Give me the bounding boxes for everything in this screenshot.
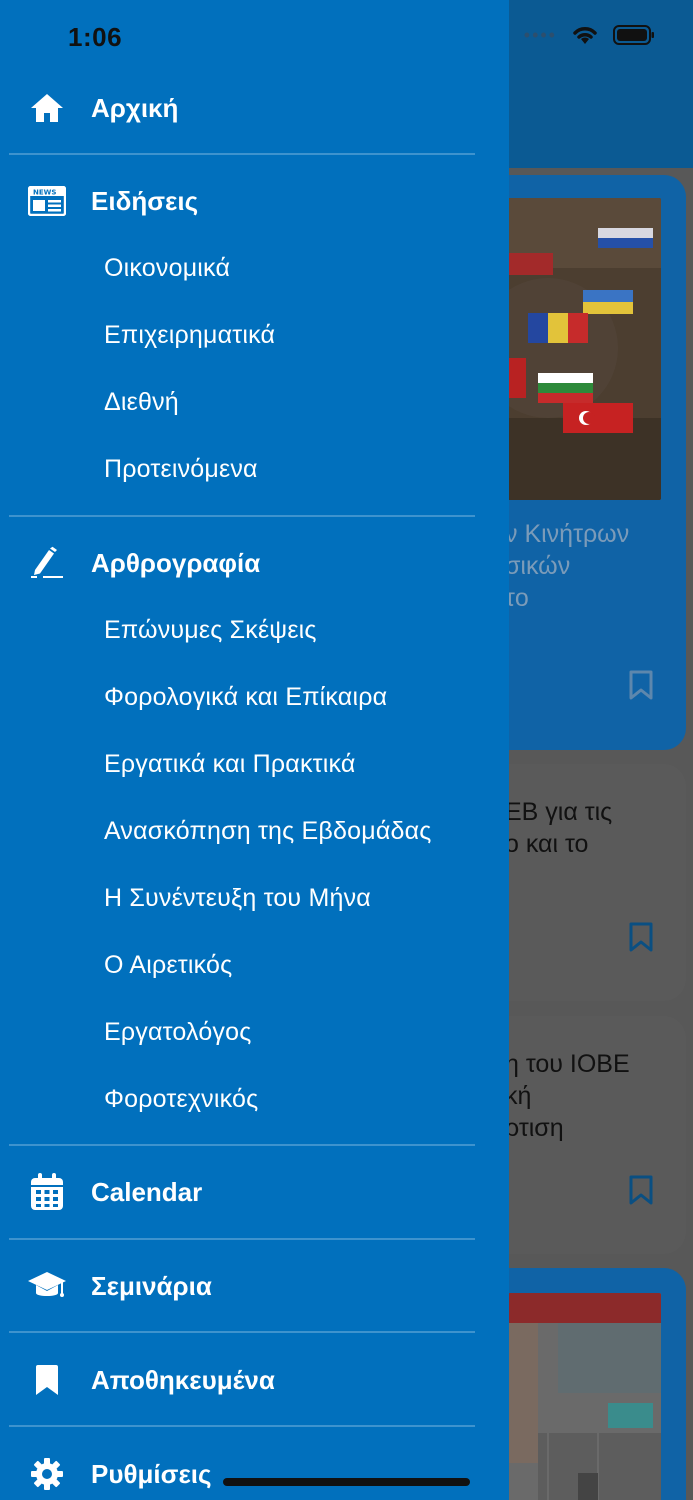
news-card-title: ΕΒ για τις ο και το [505,798,613,858]
menu-item-articles[interactable]: Αρθρογραφία [0,543,509,583]
submenu-item-weekly-review[interactable]: Ανασκόπηση της Εβδομάδας [104,817,432,846]
signal-icon: •••• [523,24,557,45]
divider [9,515,475,517]
menu-item-home[interactable]: Αρχική [0,88,509,128]
submenu-item-tax-current[interactable]: Φορολογικά και Επίκαιρα [104,683,387,712]
menu-item-saved[interactable]: Αποθηκευμένα [0,1360,509,1400]
bookmark-icon[interactable] [628,922,654,952]
news-card-title: ν Κινήτρων σικών τo [505,520,630,612]
wifi-icon [573,27,597,44]
divider [9,153,475,155]
battery-icon [613,25,654,45]
menu-item-label: Ρυθμίσεις [91,1458,212,1489]
pen-icon [27,543,67,583]
bookmark-icon[interactable] [628,670,654,700]
divider [9,1331,475,1333]
submenu-item-labor-expert[interactable]: Εργατολόγος [104,1018,251,1047]
submenu-item-economics[interactable]: Οικονομικά [104,254,230,283]
menu-item-calendar[interactable]: Calendar [0,1172,509,1212]
menu-item-label: Αποθηκευμένα [91,1364,275,1395]
status-time: 1:06 [68,22,123,52]
submenu-item-business[interactable]: Επιχειρηματικά [104,321,275,350]
home-icon [27,88,67,128]
newspaper-icon: NEWS [27,181,67,221]
bookmark-icon[interactable] [628,1175,654,1205]
graduation-cap-icon [27,1266,67,1306]
home-indicator[interactable] [223,1478,470,1486]
submenu-item-monthly-interview[interactable]: Η Συνέντευξη του Μήνα [104,884,371,913]
submenu-item-eponymous-thoughts[interactable]: Επώνυμες Σκέψεις [104,616,317,645]
submenu-item-heretic[interactable]: Ο Αιρετικός [104,951,232,980]
submenu-item-featured[interactable]: Προτεινόμενα [104,455,258,484]
menu-item-settings[interactable]: Ρυθμίσεις [0,1454,509,1494]
news-card-image [508,198,661,500]
menu-item-label: Σεμινάρια [91,1270,212,1301]
submenu-item-international[interactable]: Διεθνή [104,388,179,417]
menu-item-seminars[interactable]: Σεμινάρια [0,1266,509,1306]
menu-item-news[interactable]: NEWS Ειδήσεις [0,181,509,221]
gear-icon [27,1454,67,1494]
menu-item-label: Αρθρογραφία [91,547,261,578]
calendar-icon [27,1172,67,1212]
divider [9,1425,475,1427]
submenu-item-tax-technician[interactable]: Φοροτεχνικός [104,1085,258,1114]
menu-item-label: Ειδήσεις [91,185,199,216]
divider [9,1144,475,1146]
bookmark-icon [27,1360,67,1400]
status-icons: •••• [524,24,655,46]
svg-text:NEWS: NEWS [33,189,56,197]
submenu-item-labor-practical[interactable]: Εργατικά και Πρακτικά [104,750,356,779]
news-card-title: η του ΙΟΒΕ κή ρτιση [505,1050,630,1142]
menu-item-label: Αρχική [91,92,179,123]
menu-item-label: Calendar [91,1176,203,1207]
divider [9,1238,475,1240]
news-card-image [508,1293,661,1500]
navigation-drawer: 1:06 Αρχική NEWS Ειδήσεις Οικονομικά Επι… [0,0,509,1500]
